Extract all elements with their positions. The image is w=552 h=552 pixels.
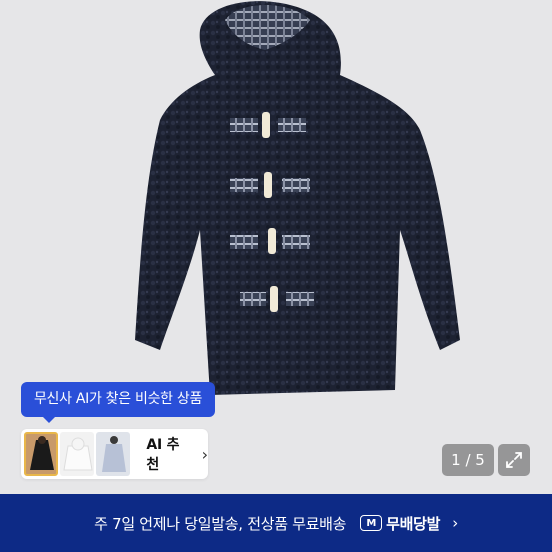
pager-text: 1 / 5	[451, 451, 485, 469]
musinsa-delivery-badge-icon: M	[360, 515, 383, 531]
expand-button[interactable]	[498, 444, 530, 476]
coat-illustration	[135, 1, 460, 395]
ai-recommend-button[interactable]: AI 추천 ›	[21, 429, 208, 479]
tooltip-text: 무신사 AI가 찾은 비슷한 상품	[33, 391, 203, 407]
free-shipping-banner[interactable]: 주 7일 언제나 당일발송, 전상품 무료배송 M 무배당발 ›	[0, 494, 552, 552]
chevron-right-icon: ›	[452, 514, 458, 532]
chevron-right-icon: ›	[201, 444, 208, 464]
ai-recommend-label: AI 추천	[146, 437, 180, 473]
recommend-thumbnail	[24, 432, 59, 476]
banner-text: 주 7일 언제나 당일발송, 전상품 무료배송	[94, 514, 347, 533]
expand-icon	[506, 452, 522, 468]
ai-similar-tooltip: 무신사 AI가 찾은 비슷한 상품	[21, 382, 215, 423]
banner-brand: 무배당발	[386, 514, 441, 533]
recommend-thumbnail	[60, 432, 95, 476]
image-pager: 1 / 5	[442, 444, 494, 476]
recommend-thumbnail	[96, 432, 131, 476]
product-image[interactable]	[0, 0, 552, 494]
